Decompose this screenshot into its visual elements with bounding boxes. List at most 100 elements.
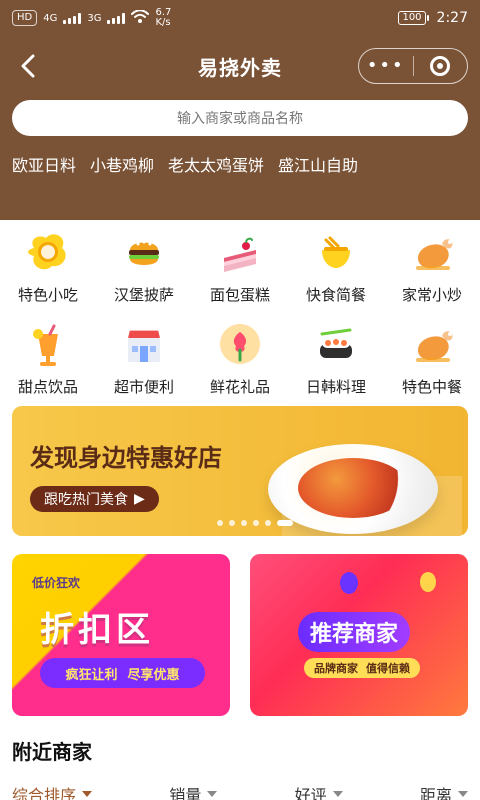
category-label: 鲜花礼品 <box>209 377 270 396</box>
network-3g-label: 3G <box>87 12 102 24</box>
nearby-title: 附近商家 <box>12 740 92 764</box>
top-nav: 易挠外卖 ••• <box>0 36 480 96</box>
category-label: 特色小吃 <box>17 285 78 304</box>
banner-food-image <box>298 458 408 518</box>
category-item[interactable]: 特色中餐 <box>384 312 480 404</box>
category-item[interactable]: 家常小炒 <box>384 220 480 312</box>
pager-dot <box>253 520 259 526</box>
noodle-bowl-icon <box>312 228 360 276</box>
chevron-right-icon: ▶ <box>134 491 145 507</box>
category-label: 甜点饮品 <box>17 377 78 396</box>
battery-indicator: 100 <box>398 11 429 25</box>
chevron-down-icon <box>207 791 218 797</box>
network-speed: 6.7 K/s <box>155 8 171 28</box>
promo-cards: 低价狂欢 折扣区 疯狂让利 尽享优惠 推荐商家 品牌商家 值得信赖 <box>12 554 468 716</box>
flower-icon <box>216 320 264 368</box>
category-grid: 特色小吃 汉堡披萨 面包蛋糕 快食简餐 家常小炒 甜点饮品 超市便利 鲜花礼品 … <box>0 220 480 404</box>
hd-indicator: HD <box>12 10 38 26</box>
recommend-subtitle: 品牌商家 值得信赖 <box>304 658 420 678</box>
burger-icon <box>120 228 168 276</box>
promo-banner[interactable]: 发现身边特惠好店 跟吃热门美食 ▶ <box>12 406 468 536</box>
discount-pill-left: 疯狂让利 <box>65 667 118 683</box>
more-button[interactable]: ••• <box>359 49 413 83</box>
status-bar: HD 4G 3G 6.7 K/s 100 2:27 <box>0 0 480 36</box>
category-item[interactable]: 汉堡披萨 <box>96 220 192 312</box>
back-icon <box>21 54 35 78</box>
sort-label: 销量 <box>169 786 202 800</box>
chinese-food-icon <box>408 320 456 368</box>
category-label: 面包蛋糕 <box>209 285 270 304</box>
sort-option[interactable]: 距离 <box>420 782 468 800</box>
discount-pill: 疯狂让利 尽享优惠 <box>40 658 205 688</box>
category-label: 超市便利 <box>113 377 174 396</box>
balloon-icon <box>420 572 436 592</box>
sort-label: 距离 <box>419 786 452 800</box>
category-item[interactable]: 面包蛋糕 <box>192 220 288 312</box>
hot-keyword[interactable]: 欧亚日料 <box>12 152 76 176</box>
sort-label: 综合排序 <box>12 786 77 800</box>
wifi-icon <box>131 8 150 27</box>
pager-dot <box>265 520 271 526</box>
close-button[interactable] <box>414 49 468 83</box>
sort-option[interactable]: 销量 <box>169 782 218 800</box>
category-item[interactable]: 甜点饮品 <box>0 312 96 404</box>
banner-button[interactable]: 跟吃热门美食 ▶ <box>30 486 159 512</box>
more-icon: ••• <box>366 55 405 76</box>
category-item[interactable]: 日韩料理 <box>288 312 384 404</box>
category-label: 汉堡披萨 <box>113 285 174 304</box>
status-left: HD 4G 3G 6.7 K/s <box>12 8 171 28</box>
search-placeholder: 输入商家或商品名称 <box>177 111 303 127</box>
battery-level: 100 <box>398 11 426 25</box>
sort-option[interactable]: 综合排序 <box>12 782 93 800</box>
category-item[interactable]: 特色小吃 <box>0 220 96 312</box>
banner-headline: 发现身边特惠好店 <box>30 444 222 472</box>
signal-strength-icon <box>63 12 82 24</box>
target-icon <box>430 56 451 76</box>
hot-keyword[interactable]: 盛江山自助 <box>278 152 358 176</box>
status-right: 100 2:27 <box>398 10 468 26</box>
recommend-sub-left: 品牌商家 <box>314 662 358 675</box>
recommend-sub-right: 值得信赖 <box>366 662 410 675</box>
battery-tip <box>426 15 429 21</box>
chevron-down-icon <box>82 791 93 797</box>
network-4g-label: 4G <box>43 12 58 24</box>
search-bar[interactable]: 输入商家或商品名称 <box>12 100 468 136</box>
hot-keyword[interactable]: 小巷鸡柳 <box>90 152 154 176</box>
store-icon <box>120 320 168 368</box>
category-label: 日韩料理 <box>305 377 366 396</box>
category-item[interactable]: 鲜花礼品 <box>192 312 288 404</box>
category-item[interactable]: 超市便利 <box>96 312 192 404</box>
pager-dot-active <box>277 520 293 526</box>
roast-chicken-icon <box>408 228 456 276</box>
pager-dot <box>217 520 223 526</box>
discount-pill-right: 尽享优惠 <box>127 667 180 683</box>
network-speed-unit: K/s <box>155 17 171 28</box>
sushi-icon <box>312 320 360 368</box>
drink-icon <box>24 320 72 368</box>
sort-option[interactable]: 好评 <box>295 782 343 800</box>
fried-egg-icon <box>24 228 72 276</box>
banner-pager <box>217 520 293 526</box>
category-label: 特色中餐 <box>401 377 462 396</box>
discount-small-label: 低价狂欢 <box>32 576 81 590</box>
mini-program-capsule: ••• <box>358 48 468 84</box>
discount-title: 折扣区 <box>40 610 154 650</box>
hot-keywords: 欧亚日料 小巷鸡柳 老太太鸡蛋饼 盛江山自助 <box>12 152 358 176</box>
category-label: 家常小炒 <box>401 285 462 304</box>
cake-icon <box>216 228 264 276</box>
recommend-title: 推荐商家 <box>298 612 411 652</box>
hot-keyword[interactable]: 老太太鸡蛋饼 <box>168 152 264 176</box>
page-title: 易挠外卖 <box>198 55 282 80</box>
status-time: 2:27 <box>436 10 468 26</box>
banner-button-label: 跟吃热门美食 <box>44 492 128 508</box>
category-label: 快食简餐 <box>305 285 366 304</box>
signal-strength-icon <box>107 12 126 24</box>
app-header: 易挠外卖 ••• 输入商家或商品名称 欧亚日料 小巷鸡柳 老太太鸡蛋饼 盛江山自… <box>0 36 480 220</box>
discount-card[interactable]: 低价狂欢 折扣区 疯狂让利 尽享优惠 <box>12 554 230 716</box>
pager-dot <box>229 520 235 526</box>
chevron-down-icon <box>332 791 343 797</box>
pager-dot <box>241 520 247 526</box>
category-item[interactable]: 快食简餐 <box>288 220 384 312</box>
back-button[interactable] <box>12 50 44 82</box>
recommend-card[interactable]: 推荐商家 品牌商家 值得信赖 <box>250 554 468 716</box>
